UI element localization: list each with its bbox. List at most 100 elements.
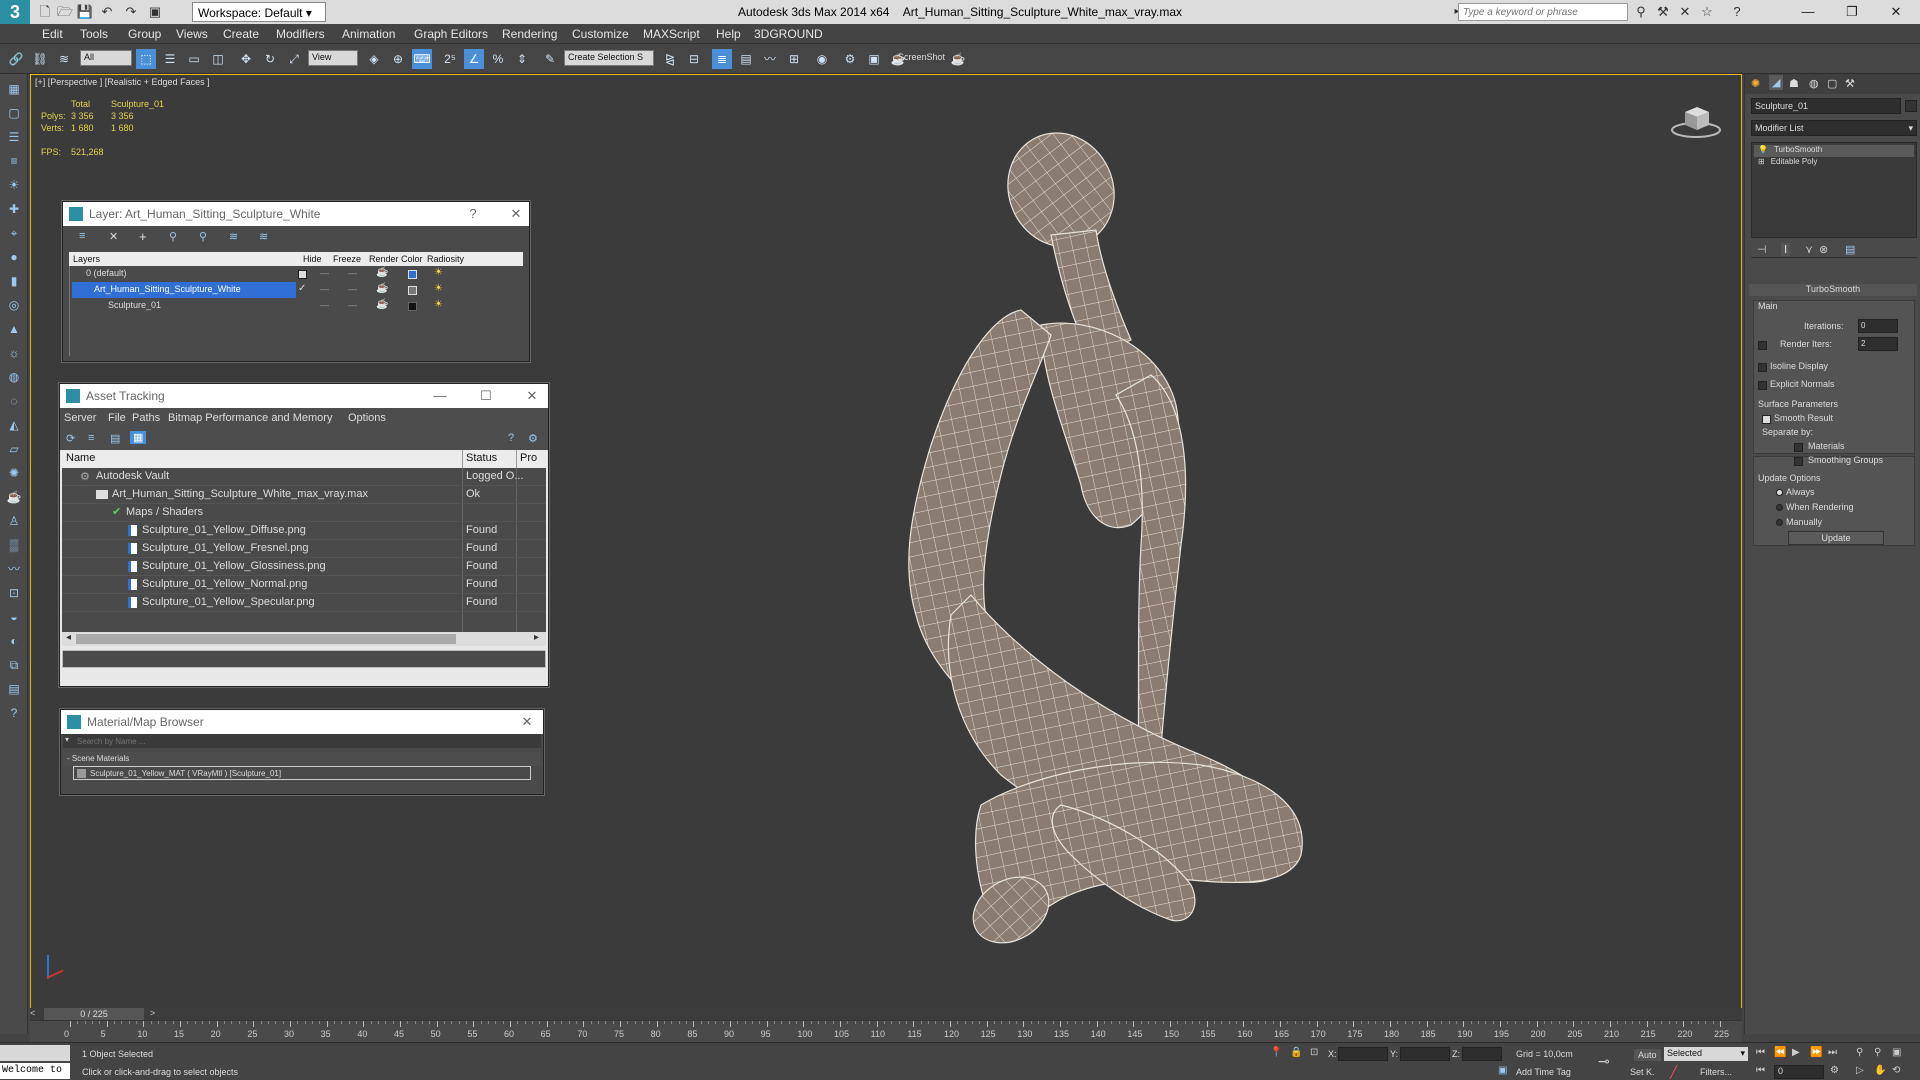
asset-horizontal-scrollbar[interactable]: ◂ ▸ [62,632,546,646]
render-setup-icon[interactable]: ⚙ [840,49,860,69]
window-crossing-icon[interactable]: ◫ [208,49,228,69]
select-manipulate-icon[interactable]: ⊕ [388,49,408,69]
asset-close-button[interactable]: ✕ [522,384,542,408]
filters-button[interactable]: Filters... [1700,1067,1732,1077]
asset-row-maxfile[interactable]: Art_Human_Sitting_Sculpture_White_max_vr… [62,486,546,504]
asset-col-pro[interactable]: Pro [520,452,537,464]
maxscript-mini-listener[interactable] [0,1045,70,1061]
update-button[interactable]: Update [1788,531,1884,545]
layer-col-radiosity[interactable]: Radiosity [427,252,464,266]
asset-row-vault[interactable]: ⚙ Autodesk Vault Logged O... [62,468,546,486]
menu-graph-editors[interactable]: Graph Editors [414,24,488,44]
layer-col-layers[interactable]: Layers [73,252,100,266]
close-button[interactable]: ✕ [1874,0,1918,24]
search-options-chevron-icon[interactable]: ▾ [65,735,69,744]
layer-row[interactable]: 0 (default) — — ☕ ☀ [72,266,512,282]
add-time-tag[interactable]: Add Time Tag [1516,1067,1571,1077]
asset-row-texture[interactable]: Sculpture_01_Yellow_Specular.png Found [62,594,546,612]
nurbs-icon[interactable]: ◒ [5,608,23,626]
make-unique-icon[interactable]: ⋎ [1805,243,1813,256]
keyboard-shortcut-override-icon[interactable]: ⌨ [412,49,432,69]
layer-hide-toggle[interactable]: — [320,300,329,310]
time-next-icon[interactable]: > [150,1008,155,1018]
scale-icon[interactable]: ⤢ [284,49,304,69]
menu-views[interactable]: Views [176,24,208,44]
layer-col-color[interactable]: Color [401,252,423,266]
isolate-selection-icon[interactable]: 📍 [1270,1047,1282,1058]
display-tab-icon[interactable]: ▢ [1827,77,1837,90]
render-iters-spinner[interactable]: 2 [1858,337,1898,351]
radiosity-icon[interactable]: ☀ [434,283,443,294]
key-filter-dropdown[interactable]: Selected ▾ [1664,1047,1748,1061]
new-file-icon[interactable]: 🗋 [36,3,54,21]
scene-materials-group[interactable]: - Scene Materials [63,752,541,766]
delete-layer-icon[interactable]: ✕ [109,230,118,243]
viewport-layout-icon[interactable]: ▦ [5,80,23,98]
layer-dialog-titlebar[interactable]: Layer: Art_Human_Sitting_Sculpture_White… [63,202,529,226]
menu-create[interactable]: Create [223,24,259,44]
redo-icon[interactable]: ↷ [122,3,140,21]
asset-menu-file[interactable]: File [108,412,126,424]
teapot-icon[interactable]: ☕ [948,49,968,69]
modify-tab-icon[interactable]: ◢ [1769,75,1784,90]
layer-row[interactable]: Art_Human_Sitting_Sculpture_White ✓ — — … [72,282,512,298]
layer-color-swatch[interactable] [408,286,417,295]
teapot-primitive-icon[interactable]: ☕ [5,488,23,506]
asset-row-texture[interactable]: Sculpture_01_Yellow_Normal.png Found [62,576,546,594]
set-key-button[interactable]: Set K. [1630,1067,1655,1077]
table-view-icon[interactable]: ▦ [130,431,147,444]
particle-icon[interactable]: ✺ [5,464,23,482]
layer-color-swatch[interactable] [408,302,417,311]
set-key-icon[interactable]: ⊸ [1598,1053,1610,1070]
pin-stack-icon[interactable]: ⊣ [1757,243,1767,256]
undo-icon[interactable]: ↶ [98,3,116,21]
app-logo-icon[interactable]: 3 [0,0,30,24]
sphere-icon[interactable]: ● [5,248,23,266]
open-file-icon[interactable]: 🗁 [56,3,74,21]
menu-tools[interactable]: Tools [80,24,108,44]
time-prev-icon[interactable]: < [30,1008,35,1018]
z-coordinate-field[interactable] [1462,1047,1502,1061]
create-tab-icon[interactable]: ✺ [1751,77,1760,90]
sun-light-icon[interactable]: ☼ [5,344,23,362]
hierarchy-tab-icon[interactable]: ☗ [1789,77,1799,90]
radiosity-icon[interactable]: ☀ [434,299,443,310]
time-slider-thumb[interactable]: 0 / 225 [44,1008,144,1020]
checkmark-icon[interactable]: ✓ [298,283,306,294]
asset-pin-icon[interactable]: ⚙ [528,432,538,445]
menu-rendering[interactable]: Rendering [502,24,557,44]
x-coordinate-field[interactable] [1338,1047,1388,1061]
selection-lock-icon[interactable]: 🔒 [1290,1047,1302,1058]
scroll-left-icon[interactable]: ◂ [66,632,71,643]
radiosity-icon[interactable]: ☀ [434,267,443,278]
motion-tab-icon[interactable]: ◍ [1809,77,1819,90]
time-config-icon[interactable]: ⚙ [1830,1065,1839,1076]
menu-group[interactable]: Group [128,24,161,44]
tube-icon[interactable]: ◌ [5,392,23,410]
script-icon[interactable]: ▤ [5,680,23,698]
asset-menu-bitmap-performance[interactable]: Bitmap Performance and Memory [168,412,332,424]
plane-icon[interactable]: ▱ [5,440,23,458]
material-browser-close-button[interactable]: ✕ [517,710,537,734]
graphite-ribbon-icon[interactable]: ▤ [736,49,756,69]
rendered-frame-window-icon[interactable]: ▣ [864,49,884,69]
timeline-ruler[interactable]: 0 5 10 15 20 25 30 35 40 45 50 55 60 65 70 75 80 85 90 95 10… [30,1020,1742,1042]
field-of-view-icon[interactable]: ▷ [1856,1065,1864,1076]
zoom-all-icon[interactable]: ⚲ [1874,1047,1881,1058]
asset-path-field[interactable] [62,650,546,668]
menu-edit[interactable]: Edit [42,24,63,44]
angle-snap-icon[interactable]: ∠ [464,49,484,69]
favorites-star-icon[interactable]: ☆ [1698,3,1716,21]
current-frame-field[interactable]: 0 [1774,1065,1824,1079]
asset-row-maps[interactable]: ✔ Maps / Shaders [62,504,546,522]
layer-hide-toggle[interactable]: — [320,268,329,278]
isoline-display-checkbox[interactable] [1758,363,1767,372]
active-layer-checkbox[interactable] [298,270,307,279]
maxscript-listener[interactable]: Welcome to [0,1063,70,1079]
teapot-render-icon[interactable]: ☕ [376,283,388,294]
link-icon[interactable]: 🔗 [6,49,26,69]
smoothing-groups-checkbox[interactable] [1794,457,1803,466]
layer-freeze-toggle[interactable]: — [348,284,357,294]
workspace-dropdown[interactable]: Workspace: Default ▾ [192,2,326,22]
object-name-field[interactable]: Sculpture_01 [1751,98,1901,114]
